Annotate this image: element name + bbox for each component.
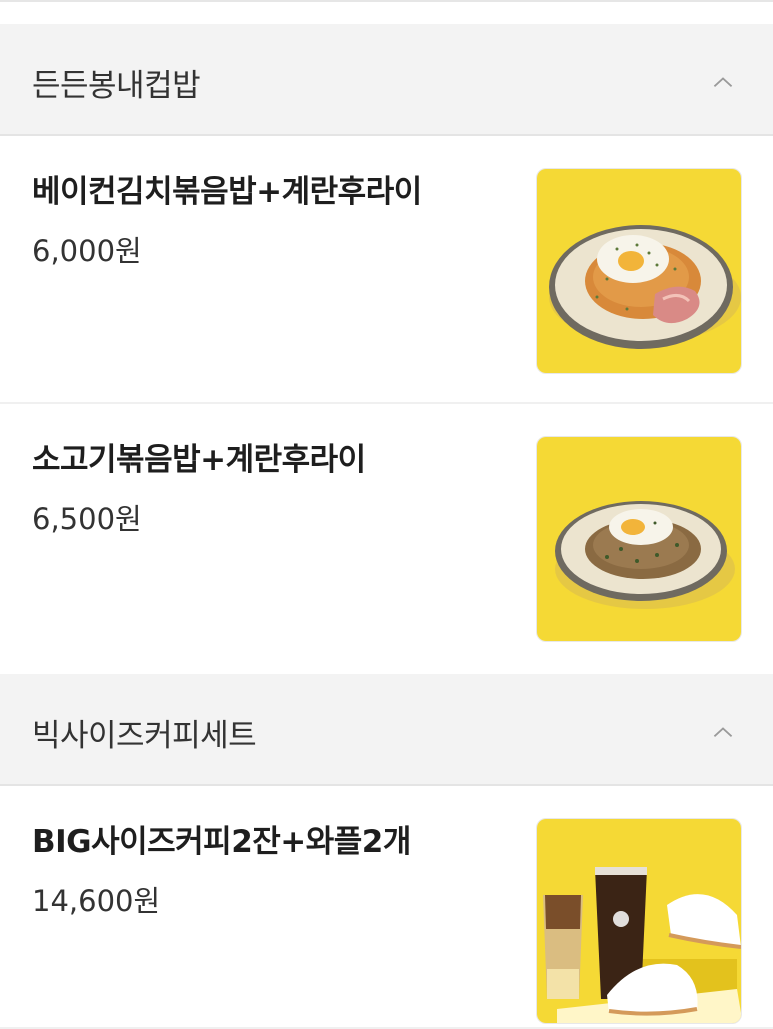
chevron-up-icon[interactable] [713, 72, 733, 92]
menu-item-coffee-waffle-set[interactable]: BIG사이즈커피2잔+와플2개 14,600원 [0, 786, 773, 1029]
menu-item-price: 14,600원 [32, 884, 161, 918]
section-title: 빅사이즈커피세트 [32, 718, 257, 754]
menu-item-price: 6,000원 [32, 234, 142, 268]
menu-item-beef-fried-rice[interactable]: 소고기볶음밥+계란후라이 6,500원 [0, 404, 773, 672]
top-divider [0, 0, 773, 2]
menu-item-price: 6,500원 [32, 502, 142, 536]
coffee-waffle-set-photo [536, 818, 742, 1024]
menu-item-name: BIG사이즈커피2잔+와플2개 [32, 824, 411, 860]
section-title: 든든봉내컵밥 [32, 68, 201, 104]
beef-fried-rice-photo [536, 436, 742, 642]
section-header-cupbap[interactable]: 든든봉내컵밥 [0, 24, 773, 136]
menu-item-name: 소고기볶음밥+계란후라이 [32, 442, 366, 478]
menu-item-bacon-kimchi[interactable]: 베이컨김치볶음밥+계란후라이 6,000원 [0, 136, 773, 404]
bacon-kimchi-fried-rice-photo [536, 168, 742, 374]
chevron-up-icon[interactable] [713, 722, 733, 742]
section-header-coffee-set[interactable]: 빅사이즈커피세트 [0, 674, 773, 786]
menu-item-name: 베이컨김치볶음밥+계란후라이 [32, 174, 422, 210]
